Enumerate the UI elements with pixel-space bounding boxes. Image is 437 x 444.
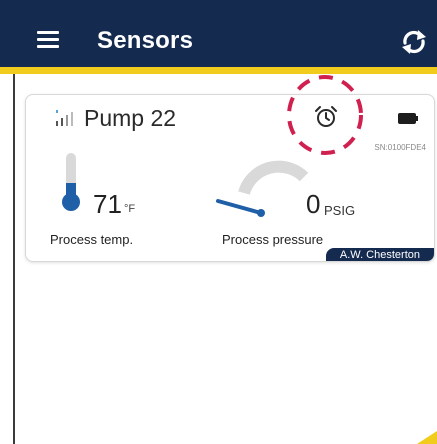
pressure-value: 0: [306, 189, 321, 219]
temperature-value: 71: [93, 189, 122, 219]
corner-accent: [417, 431, 437, 444]
battery-icon: [398, 113, 418, 124]
temperature-unit: °F: [124, 203, 136, 215]
brand-badge: A.W. Chesterton: [325, 248, 434, 261]
page-title: Sensors: [97, 27, 194, 54]
pressure-unit: PSIG: [324, 203, 356, 218]
signal-strength-icon: [56, 110, 73, 126]
app-bar: Sensors: [0, 0, 437, 67]
refresh-icon[interactable]: [397, 25, 431, 59]
temperature-label: Process temp.: [50, 232, 134, 247]
pressure-label: Process pressure: [222, 232, 324, 247]
sensor-card[interactable]: Pump 22 SN:0100FDE4 71 °F Process temp. …: [25, 94, 435, 262]
thermometer-icon: [62, 153, 80, 211]
sensor-name: Pump 22: [84, 105, 177, 131]
serial-number: SN:0100FDE4: [374, 143, 426, 152]
highlight-circle: [287, 75, 363, 155]
screen-edge: [13, 74, 15, 444]
hamburger-menu-icon[interactable]: [37, 31, 59, 49]
accent-divider: [0, 67, 437, 74]
pressure-gauge: [216, 160, 309, 217]
